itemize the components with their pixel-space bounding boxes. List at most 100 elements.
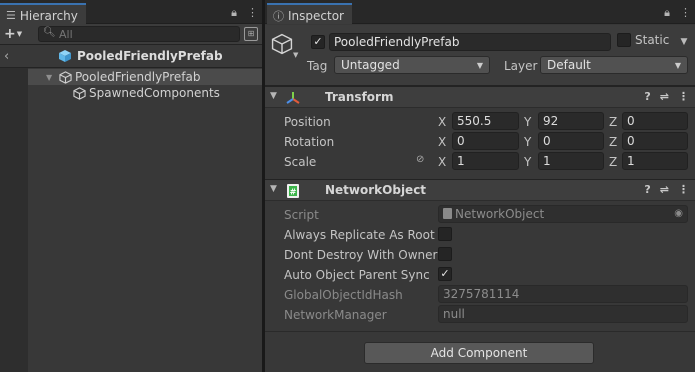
chevron-down-icon: ▼ — [293, 51, 299, 59]
list-icon: ☰ — [6, 9, 16, 22]
prefab-title: PooledFriendlyPrefab — [58, 49, 223, 63]
manager-field: null — [438, 305, 688, 323]
script-field[interactable]: NetworkObject ◉ — [438, 205, 688, 223]
tree-row-child-label: SpawnedComponents — [89, 86, 220, 100]
position-z-field[interactable] — [622, 112, 688, 130]
script-label: Script — [284, 208, 319, 222]
scale-x-label[interactable]: X — [438, 155, 446, 169]
scale-x-field[interactable] — [452, 152, 519, 170]
kebab-menu-icon[interactable]: ⋮ — [680, 6, 691, 20]
lock-icon[interactable]: 🔒︎ — [231, 6, 237, 20]
static-checkbox[interactable] — [617, 33, 631, 47]
active-checkbox[interactable]: ✓ — [311, 35, 325, 49]
back-arrow-icon[interactable]: ‹ — [4, 49, 9, 64]
prefab-breadcrumb: ‹ PooledFriendlyPrefab — [0, 46, 262, 68]
script-file-icon — [443, 208, 452, 219]
networkobject-title: NetworkObject — [325, 183, 427, 197]
rotation-label: Rotation — [284, 135, 335, 149]
info-icon: ⓘ — [273, 9, 284, 23]
prefab-cube-icon — [59, 50, 71, 62]
position-y-field[interactable] — [538, 112, 604, 130]
add-component-button[interactable]: Add Component — [364, 342, 594, 364]
script-value: NetworkObject — [455, 207, 545, 221]
position-x-field[interactable] — [452, 112, 519, 130]
scene-visibility-icon[interactable]: ⊞ — [244, 27, 258, 41]
networkobject-header[interactable]: ▼ # NetworkObject ? ⇌ ⋮ — [265, 179, 695, 201]
svg-text:#: # — [290, 188, 297, 197]
lock-icon[interactable]: 🔒︎ — [664, 6, 670, 20]
prefab-title-label: PooledFriendlyPrefab — [77, 49, 223, 63]
hash-field: 3275781114 — [438, 285, 688, 303]
scale-y-label[interactable]: Y — [524, 155, 531, 169]
fold-arrow-icon[interactable]: ▼ — [270, 91, 277, 101]
presets-icon[interactable]: ⇌ — [660, 90, 669, 103]
always-replicate-checkbox[interactable] — [438, 227, 452, 241]
kebab-menu-icon[interactable]: ⋮ — [247, 6, 258, 20]
rotation-z-field[interactable] — [622, 132, 688, 150]
position-y-label[interactable]: Y — [524, 115, 531, 129]
dont-destroy-label: Dont Destroy With Owner — [284, 248, 438, 262]
static-label: Static — [635, 33, 670, 47]
hierarchy-search[interactable]: 🔍︎ — [38, 26, 240, 42]
gameobject-header: ▼ ✓ Static ▼ Tag Untagged ▼ Layer Defaul… — [265, 25, 695, 86]
tab-inspector[interactable]: ⓘ Inspector — [267, 3, 352, 24]
position-z-label[interactable]: Z — [609, 115, 617, 129]
gameobject-name-field[interactable] — [329, 33, 611, 51]
component-tools: ? ⇌ ⋮ — [644, 183, 689, 196]
object-picker-icon[interactable]: ◉ — [674, 208, 683, 219]
chevron-down-icon: ▼ — [16, 30, 23, 38]
transform-header[interactable]: ▼ Transform ? ⇌ ⋮ — [265, 86, 695, 108]
search-input[interactable] — [59, 27, 229, 41]
tag-label: Tag — [307, 59, 328, 73]
auto-parent-checkbox[interactable]: ✓ — [438, 267, 452, 281]
kebab-menu-icon[interactable]: ⋮ — [678, 183, 689, 196]
dont-destroy-checkbox[interactable] — [438, 247, 452, 261]
rotation-x-label[interactable]: X — [438, 135, 446, 149]
layer-dropdown[interactable]: Default ▼ — [540, 56, 688, 74]
tree-row-root[interactable]: ▼ PooledFriendlyPrefab — [28, 69, 262, 85]
always-replicate-label: Always Replicate As Root — [284, 228, 435, 242]
cube-outline-icon — [271, 33, 293, 55]
gameobject-icon-picker[interactable]: ▼ — [271, 33, 298, 59]
fold-arrow-icon[interactable]: ▼ — [46, 73, 56, 82]
presets-icon[interactable]: ⇌ — [660, 183, 669, 196]
layer-label: Layer — [504, 59, 538, 73]
cube-outline-icon — [59, 70, 72, 84]
static-toggle[interactable]: Static — [617, 33, 669, 47]
rotation-z-label[interactable]: Z — [609, 135, 617, 149]
help-icon[interactable]: ? — [644, 90, 650, 103]
rotation-y-field[interactable] — [538, 132, 604, 150]
cube-outline-icon — [73, 86, 86, 100]
fold-arrow-icon[interactable]: ▼ — [270, 184, 277, 194]
tree-row-root-label: PooledFriendlyPrefab — [75, 70, 201, 84]
rotation-y-label[interactable]: Y — [524, 135, 531, 149]
static-dropdown-icon[interactable]: ▼ — [677, 33, 691, 51]
position-x-label[interactable]: X — [438, 115, 446, 129]
layer-value: Default — [547, 58, 591, 72]
divider — [265, 331, 695, 332]
scale-z-field[interactable] — [622, 152, 688, 170]
tab-hierarchy-label: Hierarchy — [19, 8, 78, 23]
csharp-script-icon: # — [287, 184, 299, 198]
rotation-x-field[interactable] — [452, 132, 519, 150]
create-button[interactable]: +▼ — [4, 26, 22, 42]
hierarchy-toolbar: +▼ 🔍︎ ⊞ — [0, 24, 262, 45]
constrain-proportions-icon[interactable]: ⊘ — [416, 154, 424, 165]
hierarchy-tab-tools: 🔒︎ ⋮ — [231, 6, 258, 20]
hash-label: GlobalObjectIdHash — [284, 288, 403, 302]
tab-inspector-label: Inspector — [288, 8, 344, 23]
tree-row-child[interactable]: SpawnedComponents — [28, 85, 262, 101]
transform-title: Transform — [325, 90, 394, 104]
help-icon[interactable]: ? — [644, 183, 650, 196]
hierarchy-gutter — [0, 68, 28, 372]
scale-y-field[interactable] — [538, 152, 604, 170]
tag-dropdown[interactable]: Untagged ▼ — [334, 56, 490, 74]
transform-axis-icon — [286, 92, 300, 104]
inspector-tabstrip: ⓘ Inspector 🔒︎ ⋮ — [265, 0, 695, 24]
search-icon: 🔍︎ — [43, 27, 56, 38]
tab-hierarchy[interactable]: ☰ Hierarchy — [0, 3, 86, 24]
scale-z-label[interactable]: Z — [609, 155, 617, 169]
inspector-tab-tools: 🔒︎ ⋮ — [664, 6, 691, 20]
auto-parent-label: Auto Object Parent Sync — [284, 268, 430, 282]
kebab-menu-icon[interactable]: ⋮ — [678, 90, 689, 103]
